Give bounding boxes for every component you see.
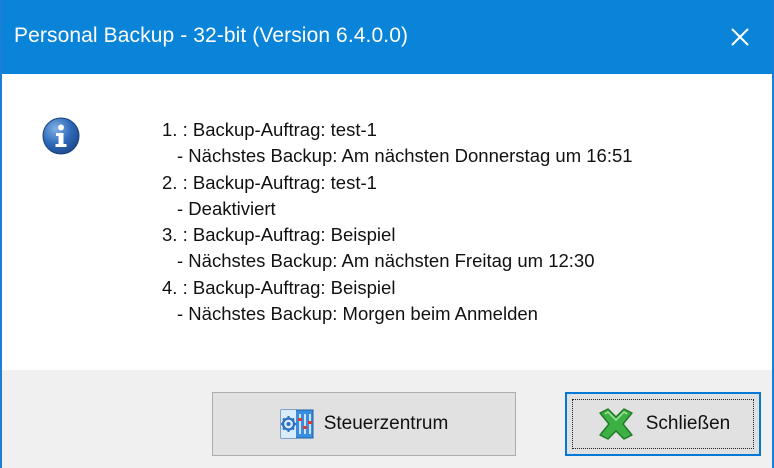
schliessen-button-label: Schließen [645, 413, 731, 434]
backup-schedule-message: 1. : Backup-Auftrag: test-1 - Nächstes B… [162, 117, 633, 327]
steuerzentrum-button[interactable]: Steuerzentrum [212, 392, 516, 456]
title-bar: Personal Backup - 32-bit (Version 6.4.0.… [2, 0, 772, 74]
message-line: 4. : Backup-Auftrag: Beispiel [162, 276, 396, 298]
steuerzentrum-button-label: Steuerzentrum [323, 413, 449, 434]
dialog-window: Personal Backup - 32-bit (Version 6.4.0.… [0, 0, 774, 468]
info-icon [42, 117, 80, 155]
green-x-icon [596, 407, 636, 441]
message-line: 1. : Backup-Auftrag: test-1 [162, 119, 377, 140]
message-line: - Deaktiviert [177, 197, 276, 219]
window-title: Personal Backup - 32-bit (Version 6.4.0.… [14, 24, 409, 47]
message-line: - Nächstes Backup: Am nächsten Freitag u… [177, 250, 595, 272]
message-line: - Nächstes Backup: Morgen beim Anmelden [177, 303, 538, 325]
close-button[interactable] [708, 0, 772, 74]
message-line: - Nächstes Backup: Am nächsten Donnersta… [177, 145, 633, 167]
close-icon [731, 28, 749, 46]
schliessen-button[interactable]: Schließen [565, 392, 761, 456]
message-line: 2. : Backup-Auftrag: test-1 [162, 171, 377, 193]
message-line: 3. : Backup-Auftrag: Beispiel [162, 224, 396, 246]
control-center-icon [280, 409, 314, 439]
